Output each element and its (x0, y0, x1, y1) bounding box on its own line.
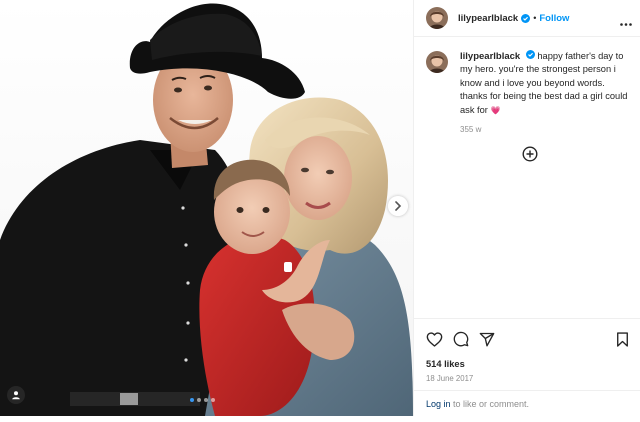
comment-timestamp: 355 w (460, 125, 482, 135)
post-media[interactable] (0, 0, 413, 416)
carousel-dot (197, 398, 201, 402)
carousel-dot (204, 398, 208, 402)
carousel-indicators (190, 398, 215, 402)
like-button[interactable] (426, 331, 443, 347)
chevron-right-icon (395, 201, 402, 211)
carousel-dot (190, 398, 194, 402)
follow-button[interactable]: Follow (539, 13, 569, 24)
post-side-panel: lilypearlblack • Follow lilypearlblack h… (413, 0, 640, 416)
avatar[interactable] (426, 7, 448, 29)
heart-emoji: 💗 (490, 105, 501, 115)
avatar[interactable] (426, 51, 448, 73)
post-actions: 514 likes 18 June 2017 Log in to like or… (414, 318, 640, 416)
avatar-image (426, 7, 448, 29)
login-link[interactable]: Log in (426, 399, 451, 409)
caption-comment: lilypearlblack happy father's day to my … (426, 50, 634, 136)
verified-badge-icon (521, 13, 531, 23)
action-bar (426, 331, 629, 347)
carousel-next-button[interactable] (388, 196, 408, 216)
caption-username-link[interactable]: lilypearlblack (460, 51, 520, 62)
comment-button[interactable] (453, 331, 469, 347)
login-prompt: Log in to like or comment. (414, 390, 640, 409)
comment-icon (453, 331, 469, 347)
carousel-dot (211, 398, 215, 402)
user-tag-icon (12, 391, 20, 400)
user-tag-button[interactable] (7, 386, 25, 404)
load-more-comments-button[interactable] (522, 146, 538, 167)
add-circle-icon (522, 146, 538, 162)
more-options-button[interactable] (620, 13, 632, 31)
post-date[interactable]: 18 June 2017 (426, 374, 473, 383)
separator-dot: • (533, 13, 537, 23)
username-link[interactable]: lilypearlblack (458, 13, 518, 24)
verified-badge-icon (525, 50, 535, 59)
heart-icon (426, 331, 443, 347)
login-prompt-text: to like or comment. (450, 399, 530, 409)
caption-body: lilypearlblack happy father's day to my … (460, 50, 634, 136)
post-header: lilypearlblack • Follow (414, 0, 640, 37)
avatar-image (426, 51, 448, 73)
instagram-post: lilypearlblack • Follow lilypearlblack h… (0, 0, 640, 416)
more-options-icon (620, 23, 632, 26)
like-count[interactable]: 514 likes (426, 359, 465, 369)
bookmark-icon (617, 331, 628, 347)
share-button[interactable] (479, 332, 495, 347)
save-button[interactable] (616, 331, 629, 347)
paper-plane-icon (479, 332, 495, 347)
post-photo (0, 0, 413, 416)
